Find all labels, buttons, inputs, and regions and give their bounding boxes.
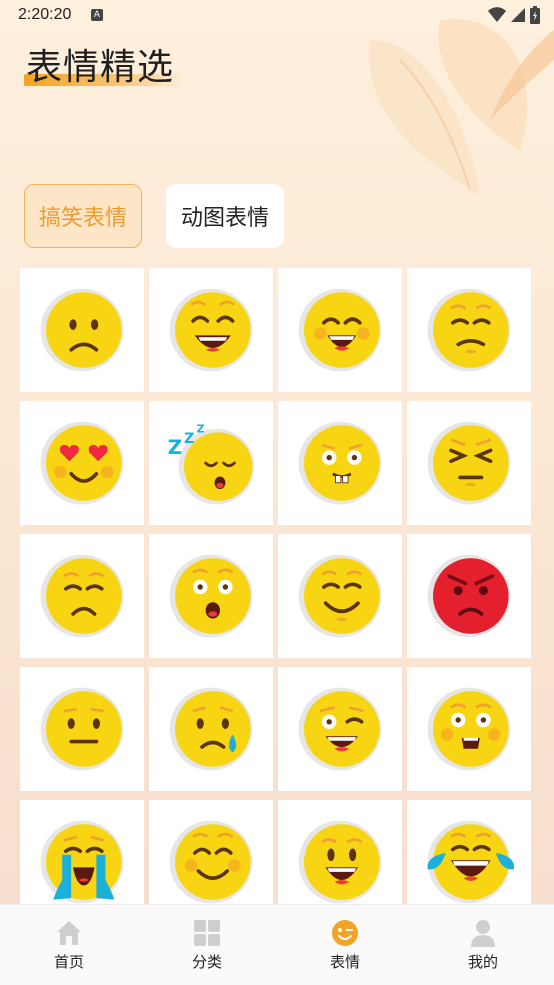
svg-text:Z: Z [184, 431, 194, 447]
emoji-cell[interactable] [20, 401, 144, 525]
emoji-cell[interactable] [278, 667, 402, 791]
sad-face-icon [40, 288, 124, 372]
angry-red-face-icon [427, 554, 511, 638]
grinning-face-icon [169, 288, 253, 372]
squinting-face-icon [427, 421, 511, 505]
tears-of-joy-face-icon [427, 820, 514, 904]
neutral-face-icon [40, 687, 124, 771]
heart-eyes-face-icon [40, 421, 124, 505]
smirking-face-icon [427, 288, 511, 372]
emoji-cell[interactable] [20, 268, 144, 392]
sad-tear-face-icon [169, 687, 253, 771]
blushing-face-icon [169, 820, 253, 904]
emoji-cell[interactable] [407, 401, 531, 525]
battery-icon [530, 6, 540, 24]
laughing-face-icon [298, 288, 382, 372]
smiling-face-icon [298, 554, 382, 638]
tab-funny-emojis[interactable]: 搞笑表情 [24, 184, 142, 248]
emoji-cell[interactable] [149, 534, 273, 658]
nav-label-home: 首页 [53, 953, 84, 971]
emoji-cell[interactable] [407, 667, 531, 791]
winking-face-icon [298, 687, 382, 771]
signal-icon [511, 8, 525, 22]
nav-item-category[interactable]: 分类 [138, 905, 276, 985]
emoji-cell[interactable] [20, 667, 144, 791]
wifi-icon [488, 7, 506, 22]
svg-text:Z: Z [197, 422, 205, 435]
pensive-face-icon [40, 554, 124, 638]
nav-label-category: 分类 [191, 953, 222, 971]
emoji-cell[interactable] [149, 268, 273, 392]
home-icon [57, 921, 81, 945]
nav-label-mine: 我的 [467, 953, 498, 971]
status-time: 2:20:20 [18, 6, 72, 23]
emoji-cell[interactable] [278, 401, 402, 525]
nav-label-emoji: 表情 [329, 953, 360, 971]
happy-face-icon [298, 820, 382, 904]
crying-face-icon [40, 820, 124, 904]
emoji-cell[interactable] [149, 667, 273, 791]
notification-icon: A [91, 9, 103, 21]
emoji-cell[interactable]: Z Z Z [149, 401, 273, 525]
status-bar: 2:20:20 A [0, 0, 554, 30]
bottom-nav: 首页 分类 表情 我的 [0, 904, 554, 985]
page-title: 表情精选 [26, 47, 175, 88]
emoji-cell[interactable] [20, 534, 144, 658]
tab-animated-emojis[interactable]: 动图表情 [166, 184, 284, 248]
emoji-cell[interactable] [278, 268, 402, 392]
surprised-face-icon [169, 554, 253, 638]
nav-item-mine[interactable]: 我的 [414, 905, 552, 985]
grid-icon [194, 920, 220, 946]
nav-item-home[interactable]: 首页 [0, 905, 138, 985]
emoji-cell[interactable] [407, 268, 531, 392]
svg-text:Z: Z [168, 436, 182, 459]
emoji-cell[interactable] [407, 534, 531, 658]
sleeping-face-icon: Z Z Z [168, 422, 255, 505]
status-icons [488, 6, 540, 24]
emoji-cell[interactable] [278, 534, 402, 658]
nav-item-emoji[interactable]: 表情 [276, 905, 414, 985]
astonished-face-icon [427, 687, 511, 771]
wink-icon [332, 920, 358, 946]
buck-tooth-face-icon [298, 421, 382, 505]
user-icon [471, 920, 495, 947]
